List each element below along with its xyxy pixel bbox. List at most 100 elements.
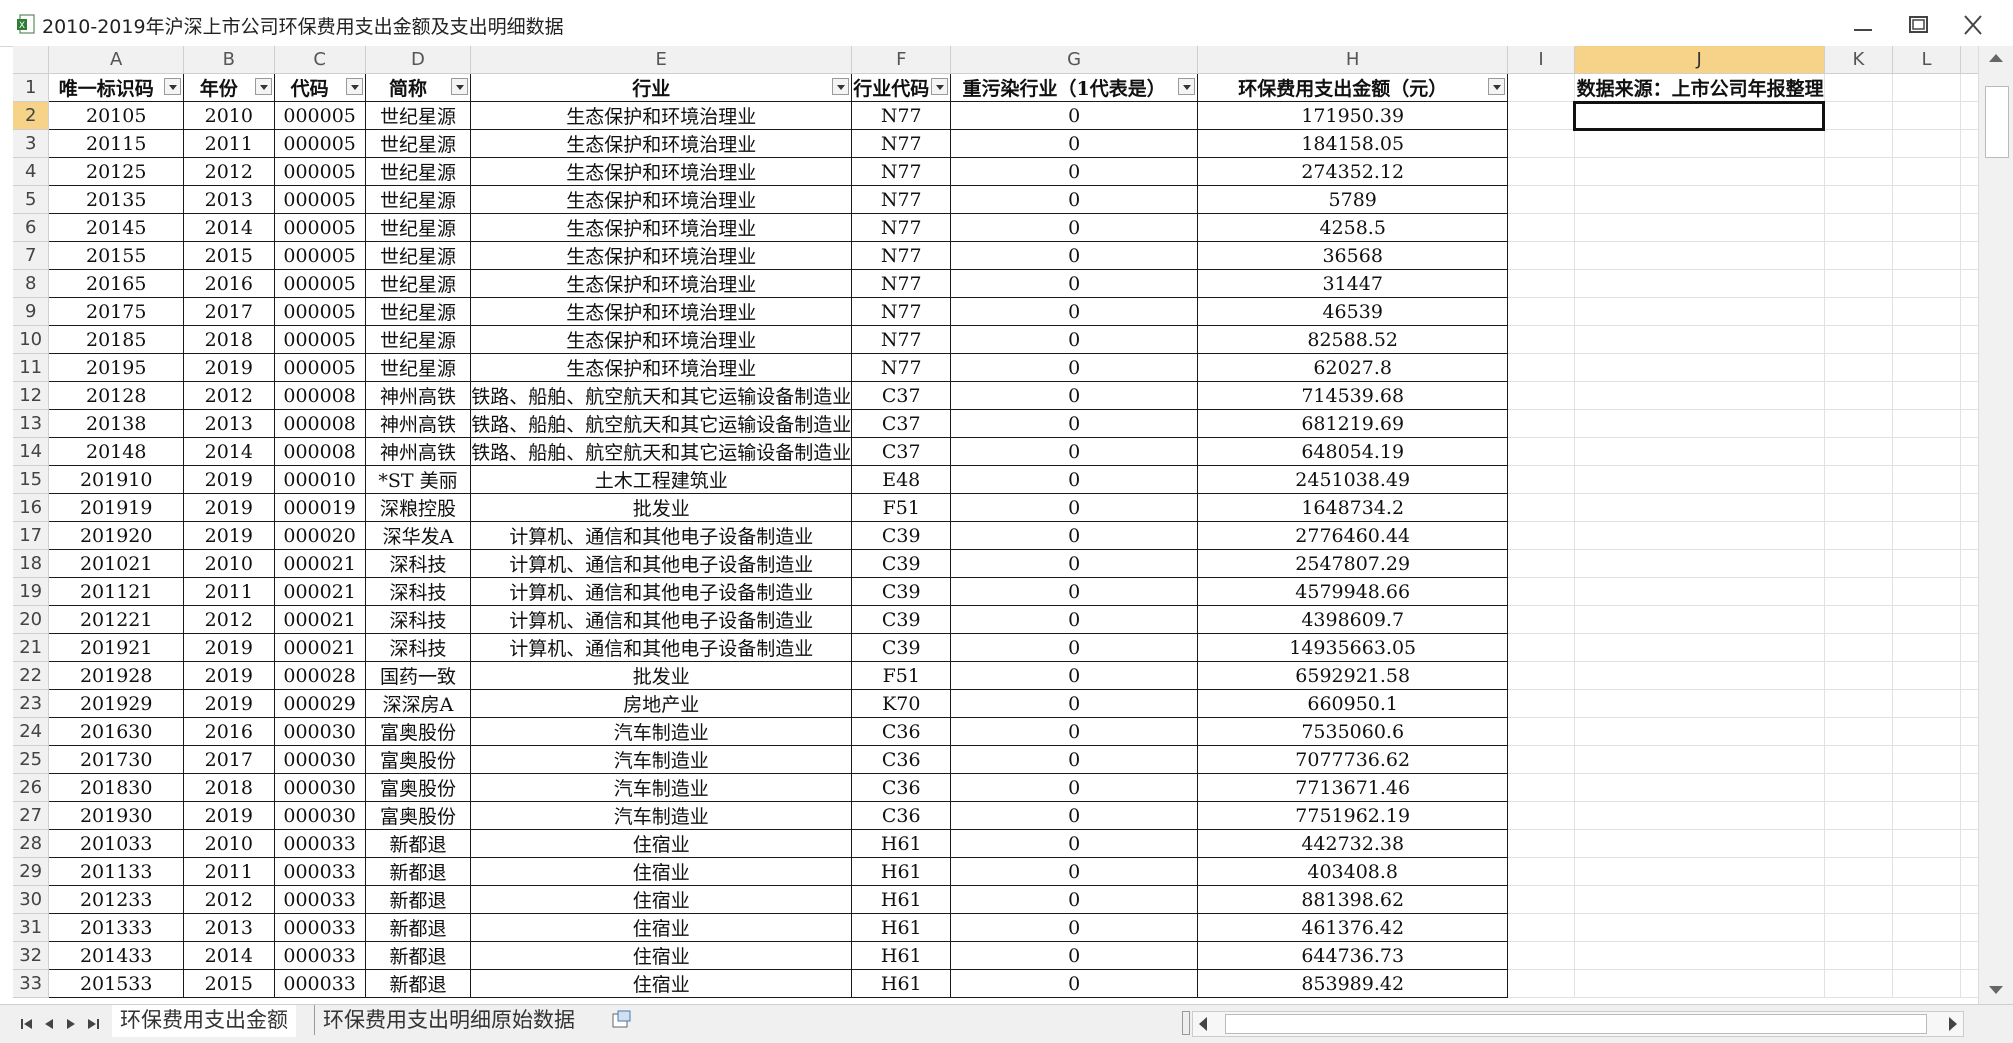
cell-i[interactable] [1507, 549, 1575, 578]
cell-k[interactable] [1824, 577, 1894, 606]
industry-cell[interactable]: 汽车制造业 [470, 801, 853, 830]
heavy-pollution-cell[interactable]: 0 [950, 605, 1199, 634]
cell-j[interactable] [1574, 269, 1825, 298]
row-header[interactable]: 3 [13, 129, 50, 158]
cell-i[interactable] [1507, 325, 1575, 354]
name-cell[interactable]: 新都退 [365, 857, 472, 886]
name-cell[interactable]: 世纪星源 [365, 297, 472, 326]
cell-i[interactable] [1507, 409, 1575, 438]
year-cell[interactable]: 2019 [183, 521, 275, 550]
year-cell[interactable]: 2014 [183, 213, 275, 242]
name-cell[interactable]: 世纪星源 [365, 241, 472, 270]
header-cell[interactable]: 环保费用支出金额（元） [1197, 73, 1509, 102]
amount-cell[interactable]: 7077736.62 [1197, 745, 1509, 774]
id-cell[interactable]: 201121 [48, 577, 185, 606]
cell-j[interactable] [1574, 773, 1825, 802]
cell-l[interactable] [1892, 829, 1961, 858]
amount-cell[interactable]: 184158.05 [1197, 129, 1509, 158]
industry-code-cell[interactable]: C39 [851, 549, 952, 578]
cell-j[interactable] [1574, 913, 1825, 942]
name-cell[interactable]: 新都退 [365, 885, 472, 914]
id-cell[interactable]: 20115 [48, 129, 185, 158]
name-cell[interactable]: 新都退 [365, 941, 472, 970]
cell-j[interactable] [1574, 745, 1825, 774]
heavy-pollution-cell[interactable]: 0 [950, 829, 1199, 858]
year-cell[interactable]: 2012 [183, 381, 275, 410]
industry-code-cell[interactable]: C36 [851, 745, 952, 774]
year-cell[interactable]: 2017 [183, 745, 275, 774]
industry-cell[interactable]: 生态保护和环境治理业 [470, 353, 853, 382]
amount-cell[interactable]: 62027.8 [1197, 353, 1509, 382]
industry-cell[interactable]: 住宿业 [470, 829, 853, 858]
cell-j[interactable] [1574, 857, 1825, 886]
cell-j[interactable] [1574, 493, 1825, 522]
row-header[interactable]: 11 [13, 353, 50, 382]
name-cell[interactable]: 富奥股份 [365, 801, 472, 830]
cell-l[interactable] [1892, 437, 1961, 466]
industry-cell[interactable]: 生态保护和环境治理业 [470, 101, 853, 130]
code-cell[interactable]: 000010 [274, 465, 366, 494]
name-cell[interactable]: *ST 美丽 [365, 465, 472, 494]
amount-cell[interactable]: 644736.73 [1197, 941, 1509, 970]
cell-k[interactable] [1824, 129, 1894, 158]
industry-cell[interactable]: 生态保护和环境治理业 [470, 157, 853, 186]
prev-sheet-icon[interactable] [42, 1017, 56, 1031]
code-cell[interactable]: 000030 [274, 801, 366, 830]
industry-cell[interactable]: 住宿业 [470, 857, 853, 886]
cell-l[interactable] [1892, 633, 1961, 662]
cell-l[interactable] [1892, 689, 1961, 718]
cell-j[interactable] [1574, 969, 1825, 998]
cell-j[interactable] [1574, 633, 1825, 662]
horizontal-scrollbar[interactable] [1192, 1011, 1964, 1037]
name-cell[interactable]: 世纪星源 [365, 129, 472, 158]
industry-code-cell[interactable]: H61 [851, 885, 952, 914]
heavy-pollution-cell[interactable]: 0 [950, 969, 1199, 998]
cell-k[interactable] [1824, 857, 1894, 886]
column-header-j[interactable]: J [1574, 46, 1825, 74]
year-cell[interactable]: 2019 [183, 801, 275, 830]
id-cell[interactable]: 20128 [48, 381, 185, 410]
cell-l[interactable] [1892, 73, 1961, 102]
cell-j[interactable] [1574, 353, 1825, 382]
scroll-left-icon[interactable] [1199, 1017, 1207, 1031]
year-cell[interactable]: 2010 [183, 829, 275, 858]
code-cell[interactable]: 000029 [274, 689, 366, 718]
cell-k[interactable] [1824, 185, 1894, 214]
cell-j[interactable] [1574, 325, 1825, 354]
heavy-pollution-cell[interactable]: 0 [950, 269, 1199, 298]
cell-l[interactable] [1892, 913, 1961, 942]
filter-dropdown-icon[interactable] [1178, 78, 1196, 95]
row-header[interactable]: 32 [13, 941, 50, 970]
heavy-pollution-cell[interactable]: 0 [950, 913, 1199, 942]
name-cell[interactable]: 世纪星源 [365, 157, 472, 186]
code-cell[interactable]: 000033 [274, 941, 366, 970]
cell-j[interactable] [1574, 689, 1825, 718]
year-cell[interactable]: 2017 [183, 297, 275, 326]
amount-cell[interactable]: 274352.12 [1197, 157, 1509, 186]
cell-k[interactable] [1824, 689, 1894, 718]
amount-cell[interactable]: 5789 [1197, 185, 1509, 214]
heavy-pollution-cell[interactable]: 0 [950, 633, 1199, 662]
cell-i[interactable] [1507, 969, 1575, 998]
year-cell[interactable]: 2019 [183, 465, 275, 494]
id-cell[interactable]: 201920 [48, 521, 185, 550]
row-header[interactable]: 19 [13, 577, 50, 606]
amount-cell[interactable]: 171950.39 [1197, 101, 1509, 130]
industry-code-cell[interactable]: H61 [851, 857, 952, 886]
column-header-c[interactable]: C [274, 46, 366, 74]
cell-i[interactable] [1507, 717, 1575, 746]
name-cell[interactable]: 深科技 [365, 549, 472, 578]
amount-cell[interactable]: 442732.38 [1197, 829, 1509, 858]
cell-k[interactable] [1824, 969, 1894, 998]
row-header[interactable]: 27 [13, 801, 50, 830]
cell-i[interactable] [1507, 689, 1575, 718]
row-header[interactable]: 6 [13, 213, 50, 242]
id-cell[interactable]: 20135 [48, 185, 185, 214]
row-header[interactable]: 1 [13, 73, 50, 102]
cell-i[interactable] [1507, 633, 1575, 662]
cell-k[interactable] [1824, 241, 1894, 270]
industry-code-cell[interactable]: N77 [851, 185, 952, 214]
scroll-right-icon[interactable] [1949, 1017, 1957, 1031]
industry-code-cell[interactable]: C36 [851, 801, 952, 830]
code-cell[interactable]: 000005 [274, 297, 366, 326]
